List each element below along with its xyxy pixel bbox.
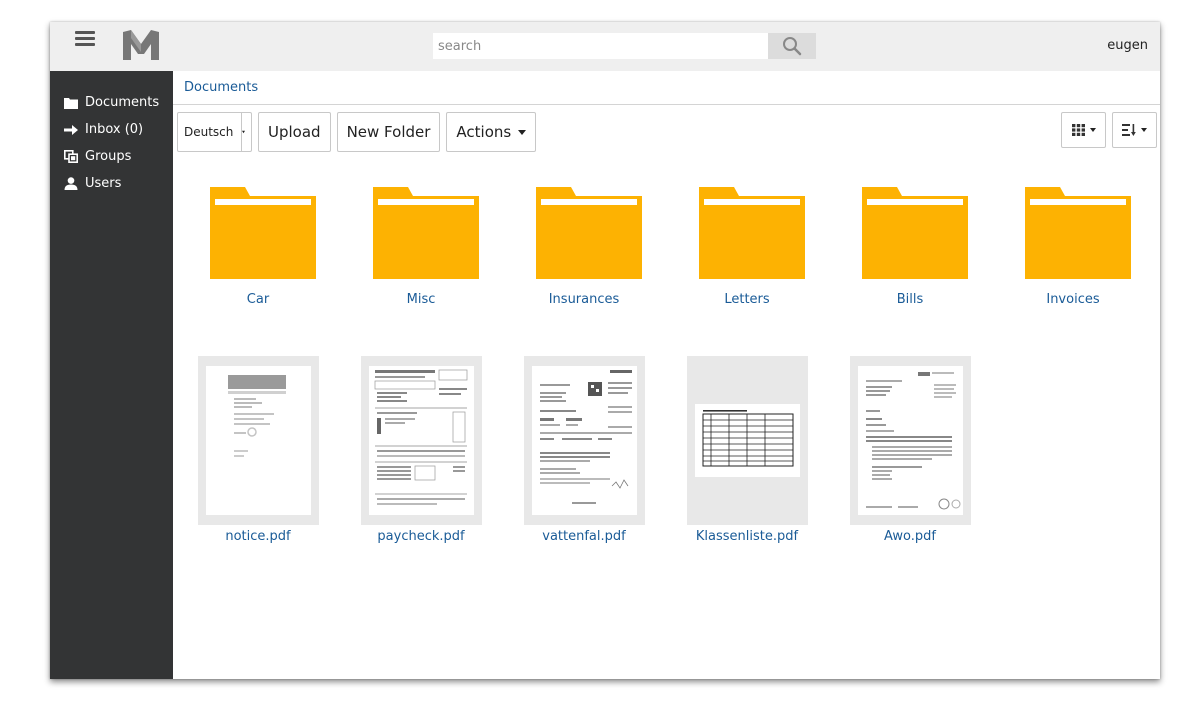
sidebar: Documents Inbox (0) Groups Users	[50, 71, 173, 679]
menu-icon[interactable]	[75, 28, 95, 48]
language-value: Deutsch	[184, 125, 234, 139]
page-preview	[858, 366, 963, 515]
user-icon	[64, 177, 78, 191]
folder-item[interactable]: Misc	[356, 187, 486, 307]
folder-item[interactable]: Invoices	[1008, 187, 1138, 307]
folder-name[interactable]: Car	[193, 292, 323, 307]
document-thumbnail[interactable]	[850, 356, 971, 525]
app-window: eugen Documents Inbox (0) Groups	[50, 22, 1160, 679]
document-thumbnail[interactable]	[687, 356, 808, 525]
new-folder-button[interactable]: New Folder	[336, 112, 441, 152]
language-select[interactable]: Deutsch	[177, 112, 252, 152]
folder-icon	[862, 187, 968, 279]
document-item[interactable]: Klassenliste.pdf	[682, 356, 812, 546]
folder-icon	[1025, 187, 1131, 279]
sidebar-item-documents[interactable]: Documents	[50, 89, 173, 116]
folder-icon	[373, 187, 479, 279]
folder-item[interactable]: Insurances	[519, 187, 649, 307]
search-button[interactable]	[768, 33, 816, 59]
actions-dropdown[interactable]: Actions	[446, 112, 537, 152]
breadcrumb[interactable]: Documents	[184, 80, 258, 95]
main-content: Documents Deutsch Upload New Folder Acti…	[173, 71, 1160, 679]
view-controls	[1061, 112, 1157, 148]
caret-down-icon	[1089, 128, 1096, 132]
search-bar	[433, 33, 816, 59]
folder-icon	[210, 187, 316, 279]
folder-item[interactable]: Bills	[845, 187, 975, 307]
logo-icon[interactable]	[122, 28, 160, 62]
sidebar-item-label: Groups	[85, 149, 132, 164]
caret-down-icon	[1141, 128, 1147, 132]
actions-label: Actions	[456, 123, 512, 141]
document-name[interactable]: notice.pdf	[193, 529, 323, 544]
folder-name[interactable]: Letters	[682, 292, 812, 307]
document-thumbnail[interactable]	[361, 356, 482, 525]
document-item[interactable]: Awo.pdf	[845, 356, 975, 546]
folder-icon	[64, 96, 78, 110]
document-thumbnail[interactable]	[198, 356, 319, 525]
toolbar: Deutsch Upload New Folder Actions	[177, 112, 537, 152]
page-preview	[695, 404, 800, 477]
sidebar-item-users[interactable]: Users	[50, 170, 173, 197]
folder-item[interactable]: Car	[193, 187, 323, 307]
user-menu[interactable]: eugen	[1107, 38, 1148, 53]
document-item[interactable]: vattenfal.pdf	[519, 356, 649, 546]
folder-item[interactable]: Letters	[682, 187, 812, 307]
caret-down-icon	[518, 129, 527, 135]
document-item[interactable]: notice.pdf	[193, 356, 323, 546]
sidebar-item-label: Inbox (0)	[85, 122, 144, 137]
folder-name[interactable]: Misc	[356, 292, 486, 307]
upload-button[interactable]: Upload	[258, 112, 331, 152]
chevron-down-icon	[241, 113, 245, 151]
sort-button[interactable]	[1112, 112, 1157, 148]
page-preview	[369, 366, 474, 515]
sidebar-item-groups[interactable]: Groups	[50, 143, 173, 170]
folder-icon	[536, 187, 642, 279]
folder-icon	[699, 187, 805, 279]
document-name[interactable]: Klassenliste.pdf	[682, 529, 812, 544]
page-preview	[532, 366, 637, 515]
page-preview	[206, 366, 311, 515]
sidebar-item-inbox[interactable]: Inbox (0)	[50, 116, 173, 143]
sidebar-item-label: Users	[85, 176, 122, 191]
grid-view-button[interactable]	[1061, 112, 1106, 148]
top-bar: eugen	[50, 22, 1160, 71]
sort-icon	[1122, 124, 1136, 136]
sidebar-item-label: Documents	[85, 95, 160, 110]
folder-name[interactable]: Invoices	[1008, 292, 1138, 307]
search-input[interactable]	[433, 33, 768, 59]
document-name[interactable]: Awo.pdf	[845, 529, 975, 544]
search-icon	[783, 37, 802, 56]
document-name[interactable]: vattenfal.pdf	[519, 529, 649, 544]
folder-name[interactable]: Bills	[845, 292, 975, 307]
document-item[interactable]: paycheck.pdf	[356, 356, 486, 546]
arrow-right-icon	[64, 123, 78, 137]
grid-icon	[1071, 124, 1085, 136]
divider	[173, 104, 1160, 105]
groups-icon	[64, 150, 78, 164]
document-thumbnail[interactable]	[524, 356, 645, 525]
document-name[interactable]: paycheck.pdf	[356, 529, 486, 544]
folder-name[interactable]: Insurances	[519, 292, 649, 307]
